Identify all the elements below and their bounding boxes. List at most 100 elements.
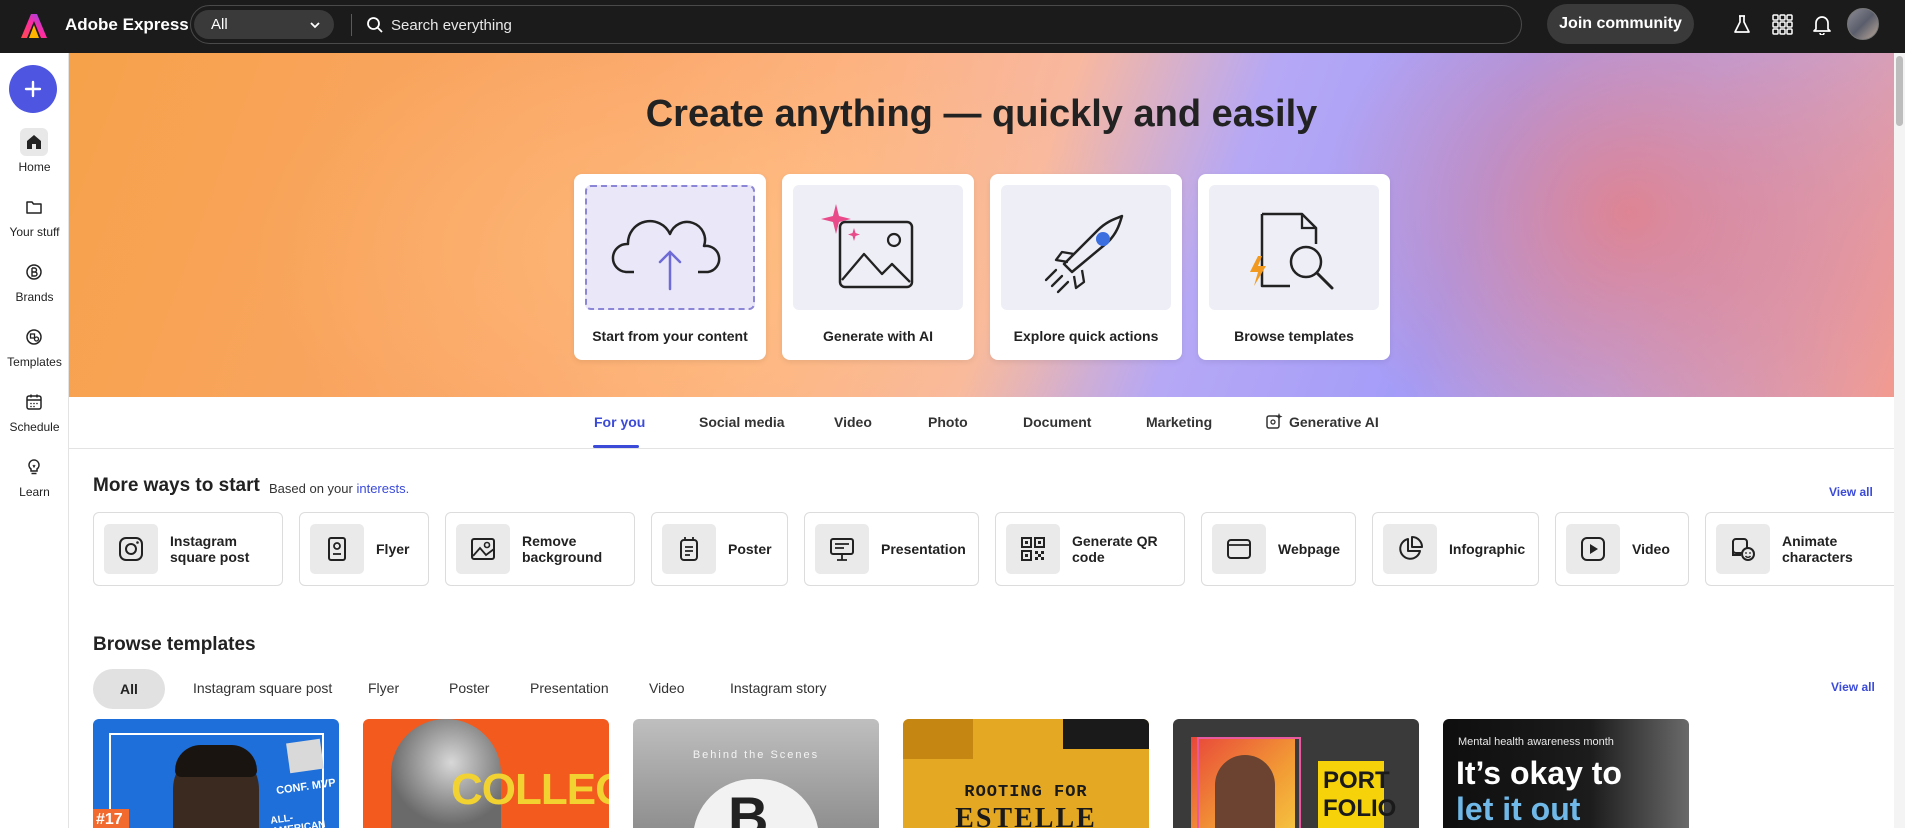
quick-action-label: Infographic [1449,541,1526,557]
template-text: ESTELLE [955,803,1097,828]
more-ways-subtitle: Based on your interests. [269,481,409,496]
browse-view-all-link[interactable]: View all [1831,680,1875,694]
create-button[interactable] [9,65,57,113]
filter-instagram-story[interactable]: Instagram story [730,680,826,696]
sidebar-item-templates[interactable]: Templates [0,323,69,379]
filter-poster[interactable]: Poster [449,680,489,696]
search-input[interactable] [391,12,1491,38]
more-ways-subtitle-prefix: Based on your [269,481,353,496]
poster-icon [680,537,698,561]
instagram-icon [119,537,143,561]
templates-icon [26,329,42,345]
lightbulb-icon [28,459,40,475]
quick-action-poster[interactable]: Poster [651,512,788,586]
active-tab-indicator [593,445,639,448]
quick-action-animate-characters[interactable]: Animate characters [1705,512,1895,586]
hero-card-start-from-content[interactable]: Start from your content [574,174,766,360]
tab-for-you[interactable]: For you [594,414,645,430]
filter-flyer[interactable]: Flyer [368,680,399,696]
bell-icon[interactable] [1811,13,1833,35]
sidebar-item-label: Templates [7,355,62,369]
generative-ai-icon [1266,413,1283,429]
cloud-upload-icon [611,219,721,291]
quick-action-presentation[interactable]: Presentation [804,512,979,586]
filter-all[interactable]: All [93,669,165,709]
hero-title: Create anything — quickly and easily [645,93,1318,135]
template-text: let it out [1456,791,1581,827]
animate-characters-icon [1732,538,1755,561]
sidebar-item-brands[interactable]: Brands [0,258,69,314]
quick-action-infographic[interactable]: Infographic [1372,512,1539,586]
template-text: Behind the Scenes [692,749,820,761]
page-scrollbar-thumb[interactable] [1896,56,1903,126]
flask-icon[interactable] [1731,13,1753,35]
left-sidebar: Home Your stuff Brands Templates Schedul… [0,53,69,828]
sidebar-item-label: Schedule [9,420,60,434]
more-ways-title: More ways to start [93,475,260,496]
template-card[interactable]: Mental health awareness month It’s okay … [1443,719,1689,828]
quick-action-webpage[interactable]: Webpage [1201,512,1356,586]
quick-action-instagram-square-post[interactable]: Instagram square post [93,512,283,586]
sidebar-item-label: Brands [15,290,54,304]
template-text: It’s okay to [1456,755,1622,791]
template-card[interactable]: ROOTING FOR ESTELLE [903,719,1149,828]
sidebar-item-home[interactable]: Home [0,128,69,184]
sidebar-item-learn[interactable]: Learn [0,453,69,509]
sidebar-item-your-stuff[interactable]: Your stuff [0,193,69,249]
template-search-icon [1250,212,1334,290]
top-bar: Adobe Express All Join community [0,0,1905,53]
browse-templates-title: Browse templates [93,634,256,655]
template-text: #17 [96,811,123,828]
quick-action-label: Animate characters [1782,533,1853,565]
app-title[interactable]: Adobe Express [65,15,189,35]
tab-video[interactable]: Video [834,414,872,430]
infographic-icon [1399,536,1423,560]
sidebar-item-label: Home [18,160,51,174]
hero-card-browse-templates[interactable]: Browse templates [1198,174,1390,360]
sidebar-item-schedule[interactable]: Schedule [0,388,69,444]
remove-background-icon [471,538,495,560]
category-tabs: For you Social media Video Photo Documen… [69,397,1894,449]
tab-marketing[interactable]: Marketing [1146,414,1212,430]
quick-action-label: Generate QR code [1072,533,1158,565]
interests-link[interactable]: interests. [356,481,409,496]
rocket-icon [1044,214,1124,294]
template-photo [1215,755,1275,828]
more-ways-view-all-link[interactable]: View all [1829,485,1873,499]
quick-action-generate-qr-code[interactable]: Generate QR code [995,512,1185,586]
quick-action-label: Remove background [522,533,603,565]
tab-generative-ai[interactable]: Generative AI [1289,414,1379,430]
search-scope-select[interactable]: All [194,10,334,39]
template-card[interactable]: COLLEGE [363,719,609,828]
quick-action-label: Instagram square post [170,533,250,565]
template-text: ROOTING FOR [964,783,1088,802]
folder-icon [26,201,42,214]
tab-document[interactable]: Document [1023,414,1091,430]
join-community-button[interactable]: Join community [1547,4,1694,44]
hero-card-label: Explore quick actions [1013,328,1159,344]
template-card[interactable]: #17 CONF. MVP ALL-AMERICAN [93,719,339,828]
quick-action-flyer[interactable]: Flyer [299,512,429,586]
page-scrollbar[interactable] [1894,53,1905,828]
tab-social-media[interactable]: Social media [699,414,785,430]
adobe-express-logo[interactable] [20,12,48,40]
video-icon [1581,537,1605,561]
tab-photo[interactable]: Photo [928,414,968,430]
search-scope-value: All [211,16,228,33]
quick-action-remove-background[interactable]: Remove background [445,512,635,586]
template-card[interactable]: PORT FOLIO [1173,719,1419,828]
avatar[interactable] [1847,8,1879,40]
quick-action-label: Webpage [1278,541,1340,557]
quick-action-label: Video [1632,541,1670,557]
filter-video[interactable]: Video [649,680,685,696]
search-icon [367,17,383,33]
qr-code-icon [1021,537,1045,561]
hero-card-generate-ai[interactable]: Generate with AI [782,174,974,360]
ai-image-icon [821,204,914,289]
quick-action-video[interactable]: Video [1555,512,1689,586]
filter-instagram-square-post[interactable]: Instagram square post [193,680,332,696]
hero-card-quick-actions[interactable]: Explore quick actions [990,174,1182,360]
template-card[interactable]: Behind the Scenes B [633,719,879,828]
apps-grid-icon[interactable] [1771,13,1793,35]
filter-presentation[interactable]: Presentation [530,680,609,696]
